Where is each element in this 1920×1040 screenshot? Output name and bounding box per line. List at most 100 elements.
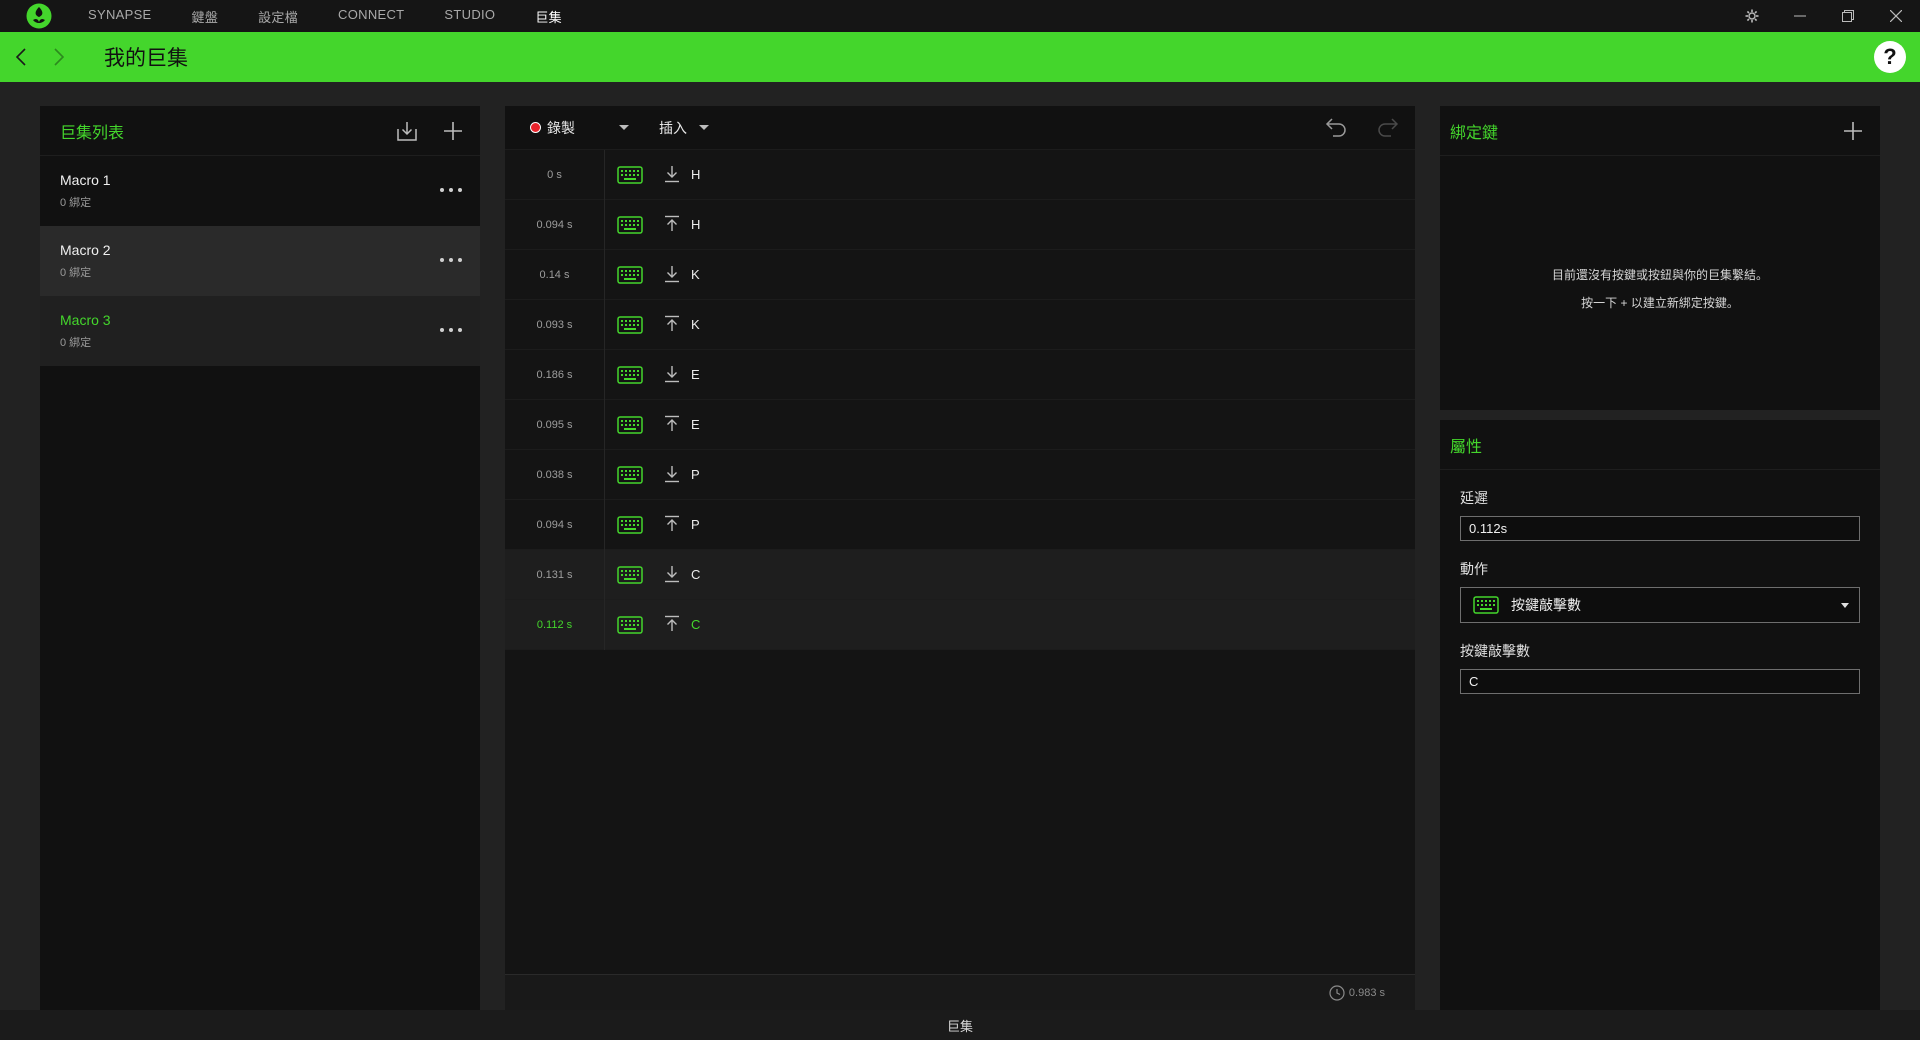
- keystroke-label: 按鍵敲擊數: [1460, 643, 1530, 659]
- add-macro-icon[interactable]: [440, 118, 466, 144]
- event-key: H: [691, 217, 701, 232]
- macro-event-list: 0 s H 0.094 s H 0.14 s K 0.093 s K 0.186 s E 0.095…: [505, 149, 1415, 650]
- key-up-arrow-icon: [663, 315, 683, 335]
- macro-event-row[interactable]: 0.112 s C: [505, 599, 1415, 650]
- macro-list-title: 巨集列表: [60, 124, 125, 142]
- keyboard-icon: [613, 463, 647, 487]
- properties-title: 屬性: [1450, 438, 1483, 456]
- more-options-icon[interactable]: [440, 252, 462, 268]
- insert-button[interactable]: 插入: [659, 118, 687, 138]
- action-select[interactable]: 按鍵敲擊數: [1460, 587, 1860, 623]
- keyboard-icon: [613, 613, 647, 637]
- close-window-icon[interactable]: [1872, 0, 1920, 32]
- restore-window-icon[interactable]: [1824, 0, 1872, 32]
- macro-event-row[interactable]: 0.093 s K: [505, 299, 1415, 350]
- macro-event-row[interactable]: 0.038 s P: [505, 449, 1415, 500]
- event-key: E: [691, 417, 700, 432]
- event-delay: 0.095 s: [505, 399, 605, 450]
- macro-event-row[interactable]: 0.14 s K: [505, 249, 1415, 300]
- clock-icon: [1329, 984, 1345, 1001]
- event-delay: 0.093 s: [505, 299, 605, 350]
- binding-header: 綁定鍵: [1440, 106, 1880, 156]
- page-title: 我的巨集: [104, 47, 188, 70]
- macro-event-row[interactable]: 0.094 s P: [505, 499, 1415, 550]
- macro-list-item[interactable]: Macro 2 0 綁定: [40, 226, 480, 296]
- editor-footer: 0.983 s: [505, 974, 1415, 1010]
- add-binding-icon[interactable]: [1840, 118, 1866, 144]
- nav-tab-1[interactable]: 鍵盤: [192, 7, 219, 26]
- macro-binding-count: 0 綁定: [60, 197, 92, 209]
- macro-event-row[interactable]: 0.131 s C: [505, 549, 1415, 600]
- chevron-down-icon: [1841, 603, 1849, 608]
- key-down-arrow-icon: [663, 465, 683, 485]
- key-down-arrow-icon: [663, 265, 683, 285]
- event-delay: 0.094 s: [505, 499, 605, 550]
- razer-logo-icon[interactable]: [26, 3, 52, 29]
- redo-icon[interactable]: [1375, 114, 1401, 140]
- event-delay: 0.14 s: [505, 249, 605, 300]
- event-key: P: [691, 467, 700, 482]
- top-nav-bar: SYNAPSE 鍵盤 設定檔 CONNECT STUDIO 巨集: [0, 0, 1920, 32]
- keystroke-input[interactable]: C: [1460, 669, 1860, 694]
- more-options-icon[interactable]: [440, 182, 462, 198]
- binding-title: 綁定鍵: [1450, 124, 1499, 142]
- import-icon[interactable]: [394, 118, 420, 144]
- macro-event-row[interactable]: 0.095 s E: [505, 399, 1415, 450]
- nav-tab-0[interactable]: SYNAPSE: [88, 7, 152, 26]
- key-up-arrow-icon: [663, 515, 683, 535]
- insert-dropdown-icon[interactable]: [699, 125, 709, 130]
- macro-list: Macro 1 0 綁定 Macro 2 0 綁定 Macro 3 0 綁定: [40, 156, 480, 366]
- keyboard-icon: [613, 313, 647, 337]
- event-delay: 0.038 s: [505, 449, 605, 500]
- key-down-arrow-icon: [663, 365, 683, 385]
- editor-toolbar: 錄製 插入: [505, 106, 1415, 150]
- macro-list-item[interactable]: Macro 3 0 綁定: [40, 296, 480, 366]
- macro-event-row[interactable]: 0 s H: [505, 149, 1415, 200]
- key-up-arrow-icon: [663, 215, 683, 235]
- keyboard-icon: [613, 213, 647, 237]
- delay-input[interactable]: 0.112s: [1460, 516, 1860, 541]
- event-delay: 0.131 s: [505, 549, 605, 600]
- event-delay: 0.112 s: [505, 599, 605, 650]
- keyboard-icon: [613, 163, 647, 187]
- forward-arrow-icon[interactable]: [40, 32, 78, 82]
- nav-tab-5[interactable]: 巨集: [535, 7, 562, 26]
- event-delay: 0.094 s: [505, 199, 605, 250]
- nav-tab-3[interactable]: CONNECT: [338, 7, 404, 26]
- record-button[interactable]: 錄製: [530, 118, 575, 138]
- record-label: 錄製: [547, 119, 575, 136]
- event-key: C: [691, 617, 701, 632]
- minimize-icon[interactable]: [1776, 0, 1824, 32]
- total-duration: 0.983 s: [1348, 986, 1385, 999]
- record-dropdown-icon[interactable]: [619, 125, 629, 130]
- properties-header: 屬性: [1440, 420, 1880, 470]
- record-dot-icon: [530, 122, 541, 133]
- macro-editor-panel: 錄製 插入 0 s H 0.094 s H 0.14 s K 0.093 s K 0.186 s…: [505, 106, 1415, 1010]
- nav-tab-2[interactable]: 設定檔: [258, 7, 298, 26]
- macro-event-row[interactable]: 0.186 s E: [505, 349, 1415, 400]
- macro-name: Macro 2: [60, 242, 111, 258]
- key-down-arrow-icon: [663, 165, 683, 185]
- macro-binding-count: 0 綁定: [60, 337, 92, 349]
- key-up-arrow-icon: [663, 415, 683, 435]
- undo-icon[interactable]: [1323, 114, 1349, 140]
- event-key: H: [691, 167, 701, 182]
- action-label: 動作: [1460, 561, 1488, 577]
- binding-panel: 綁定鍵 目前還沒有按鍵或按鈕與你的巨集繫結。 按一下 + 以建立新綁定按鍵。: [1440, 106, 1880, 410]
- key-down-arrow-icon: [663, 565, 683, 585]
- macro-name: Macro 1: [60, 172, 111, 188]
- event-key: C: [691, 567, 701, 582]
- macro-list-item[interactable]: Macro 1 0 綁定: [40, 156, 480, 226]
- event-key: K: [691, 317, 700, 332]
- more-options-icon[interactable]: [440, 322, 462, 338]
- macro-list-header: 巨集列表: [40, 106, 480, 156]
- back-arrow-icon[interactable]: [2, 32, 40, 82]
- settings-gear-icon[interactable]: [1728, 0, 1776, 32]
- keyboard-icon: [613, 363, 647, 387]
- binding-empty-message: 目前還沒有按鍵或按鈕與你的巨集繫結。 按一下 + 以建立新綁定按鍵。: [1551, 268, 1768, 310]
- event-delay: 0.186 s: [505, 349, 605, 400]
- help-icon[interactable]: ?: [1874, 41, 1906, 73]
- keyboard-icon: [613, 513, 647, 537]
- nav-tab-4[interactable]: STUDIO: [444, 7, 495, 26]
- macro-event-row[interactable]: 0.094 s H: [505, 199, 1415, 250]
